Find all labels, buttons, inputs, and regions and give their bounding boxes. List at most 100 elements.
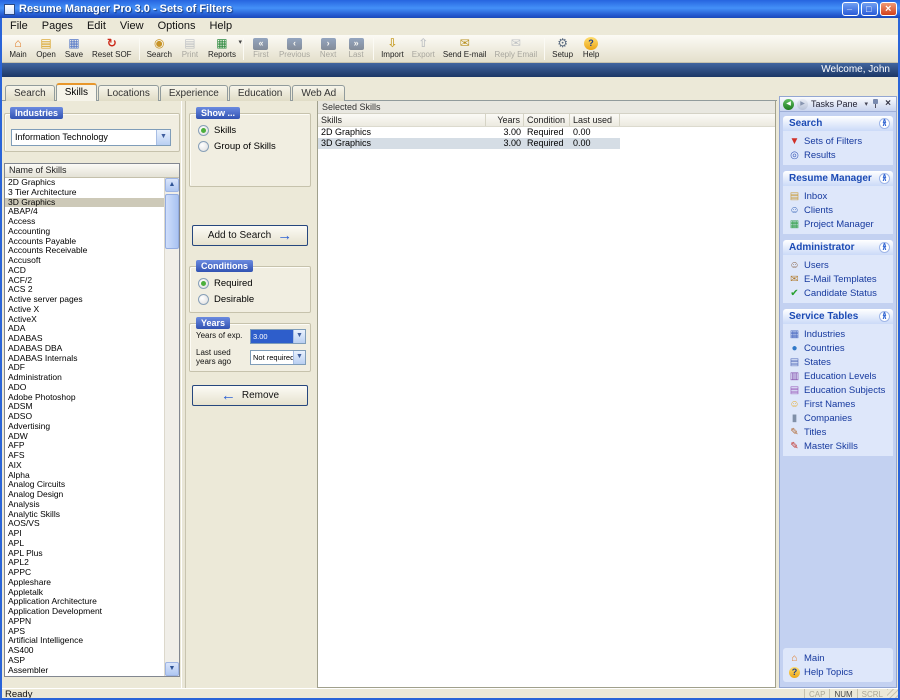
- skill-list-item[interactable]: ADA: [5, 324, 164, 334]
- menu-item[interactable]: View: [113, 19, 151, 34]
- skill-list-item[interactable]: AIX: [5, 461, 164, 471]
- skill-list-item[interactable]: Analog Design: [5, 490, 164, 500]
- skill-list-item[interactable]: ADSO: [5, 412, 164, 422]
- toolbar-button[interactable]: Save: [60, 36, 88, 62]
- skill-list-item[interactable]: 3D Graphics: [5, 197, 164, 208]
- dropdown-arrow-icon[interactable]: [156, 130, 170, 145]
- toolbar-button[interactable]: Main: [4, 36, 32, 62]
- tasks-section-header[interactable]: Service Tables: [783, 309, 893, 324]
- skill-list-item[interactable]: ACF/2: [5, 276, 164, 286]
- skill-list-item[interactable]: Active X: [5, 305, 164, 315]
- industries-select[interactable]: Information Technology: [11, 129, 171, 146]
- skill-list-item[interactable]: Analog Circuits: [5, 480, 164, 490]
- skill-list-item[interactable]: ADW: [5, 432, 164, 442]
- toolbar-button[interactable]: Reset SOF: [88, 36, 136, 62]
- skill-list-item[interactable]: Analysis: [5, 500, 164, 510]
- skill-list-item[interactable]: Application Development: [5, 607, 164, 617]
- skill-list-item[interactable]: Adobe Photoshop: [5, 393, 164, 403]
- toolbar-button[interactable]: First: [247, 36, 275, 62]
- skill-list-item[interactable]: ADO: [5, 383, 164, 393]
- tasks-pane-item[interactable]: Master Skills: [784, 439, 892, 453]
- collapse-chevron-icon[interactable]: [879, 241, 890, 254]
- toolbar-button[interactable]: Reply Email: [490, 36, 541, 62]
- column-header-condition[interactable]: Condition: [524, 114, 570, 126]
- collapse-chevron-icon[interactable]: [879, 310, 890, 323]
- toolbar-button[interactable]: Previous: [275, 36, 314, 62]
- skill-list-item[interactable]: 2D Graphics: [5, 178, 164, 188]
- toolbar-button[interactable]: Setup: [548, 36, 577, 62]
- tasks-section-header[interactable]: Administrator: [783, 240, 893, 255]
- toolbar-button[interactable]: Print: [176, 36, 204, 62]
- skill-list-item[interactable]: ADSM: [5, 402, 164, 412]
- skill-list-item[interactable]: ASP: [5, 656, 164, 666]
- skill-list-item[interactable]: AFP: [5, 441, 164, 451]
- toolbar-button[interactable]: [242, 37, 244, 60]
- years-field-select[interactable]: Not required: [250, 350, 306, 365]
- toolbar-button[interactable]: Reports: [204, 36, 242, 62]
- selected-skill-row[interactable]: 2D Graphics 3.00 Required 0.00: [318, 127, 775, 138]
- menu-item[interactable]: Edit: [80, 19, 113, 34]
- add-to-search-button[interactable]: Add to Search →: [192, 225, 308, 246]
- tasks-pane-item[interactable]: Inbox: [784, 189, 892, 203]
- tasks-pane-item[interactable]: Candidate Status: [784, 286, 892, 300]
- tasks-pane-item[interactable]: Main: [784, 651, 892, 665]
- tab[interactable]: Education: [228, 85, 292, 101]
- column-header-skills[interactable]: Skills: [318, 114, 486, 126]
- skill-list-item[interactable]: Analytic Skills: [5, 510, 164, 520]
- toolbar-button[interactable]: [138, 37, 140, 60]
- dropdown-arrow-icon[interactable]: [293, 351, 305, 364]
- skill-list-item[interactable]: ACS 2: [5, 285, 164, 295]
- skill-list-item[interactable]: Accounting: [5, 227, 164, 237]
- minimize-button-icon[interactable]: [842, 1, 859, 16]
- tab[interactable]: Web Ad: [292, 85, 346, 101]
- tasks-pane-item[interactable]: States: [784, 355, 892, 369]
- toolbar-button[interactable]: Import: [377, 36, 408, 62]
- skill-list-item[interactable]: API: [5, 529, 164, 539]
- column-header-last-used[interactable]: Last used: [570, 114, 620, 126]
- radio-option[interactable]: Skills: [190, 122, 310, 138]
- tasks-pane-item[interactable]: Clients: [784, 203, 892, 217]
- tasks-pane-item[interactable]: Project Manager: [784, 217, 892, 231]
- skill-list-item[interactable]: Application Architecture: [5, 597, 164, 607]
- skill-list-item[interactable]: APL2: [5, 558, 164, 568]
- tasks-pane-item[interactable]: Help Topics: [784, 665, 892, 679]
- tasks-pane-item[interactable]: First Names: [784, 397, 892, 411]
- tasks-pane-item[interactable]: Education Subjects: [784, 383, 892, 397]
- pushpin-icon[interactable]: [871, 99, 880, 109]
- radio-option[interactable]: Required: [190, 275, 310, 291]
- toolbar-button[interactable]: Export: [408, 36, 439, 62]
- tasks-pane-item[interactable]: Results: [784, 148, 892, 162]
- tab[interactable]: Skills: [55, 83, 98, 101]
- tasks-pane-dropdown-icon[interactable]: ▾: [864, 100, 868, 108]
- tasks-pane-item[interactable]: Companies: [784, 411, 892, 425]
- skill-list-item[interactable]: Active server pages: [5, 295, 164, 305]
- tasks-pane-item[interactable]: Countries: [784, 341, 892, 355]
- skill-list-item[interactable]: Alpha: [5, 471, 164, 481]
- toolbar-button[interactable]: Open: [32, 36, 60, 62]
- toolbar-button[interactable]: Next: [314, 36, 342, 62]
- skill-list-item[interactable]: AS400: [5, 646, 164, 656]
- skill-list-item[interactable]: Assembler: [5, 666, 164, 676]
- toolbar-button[interactable]: [544, 37, 546, 60]
- toolbar-button[interactable]: Last: [342, 36, 370, 62]
- menu-item[interactable]: Options: [151, 19, 203, 34]
- maximize-button-icon[interactable]: [861, 2, 878, 16]
- skill-list-item[interactable]: 3 Tier Architecture: [5, 188, 164, 198]
- skill-list-item[interactable]: APPC: [5, 568, 164, 578]
- tab[interactable]: Experience: [159, 85, 228, 101]
- forward-icon[interactable]: ▶: [797, 98, 808, 110]
- skill-list-item[interactable]: APS: [5, 627, 164, 637]
- toolbar-button[interactable]: Help: [577, 36, 605, 62]
- menu-item[interactable]: Pages: [35, 19, 80, 34]
- remove-button[interactable]: ← Remove: [192, 385, 308, 406]
- tasks-pane-item[interactable]: Users: [784, 258, 892, 272]
- skill-list-item[interactable]: Administration: [5, 373, 164, 383]
- radio-option[interactable]: Group of Skills: [190, 138, 310, 154]
- tasks-pane-item[interactable]: Titles: [784, 425, 892, 439]
- tasks-pane-item[interactable]: Education Levels: [784, 369, 892, 383]
- skill-list-item[interactable]: Appleshare: [5, 578, 164, 588]
- tasks-pane-item[interactable]: E-Mail Templates: [784, 272, 892, 286]
- radio-option[interactable]: Desirable: [190, 291, 310, 307]
- skill-list-item[interactable]: Accusoft: [5, 256, 164, 266]
- scroll-up-icon[interactable]: [165, 178, 179, 192]
